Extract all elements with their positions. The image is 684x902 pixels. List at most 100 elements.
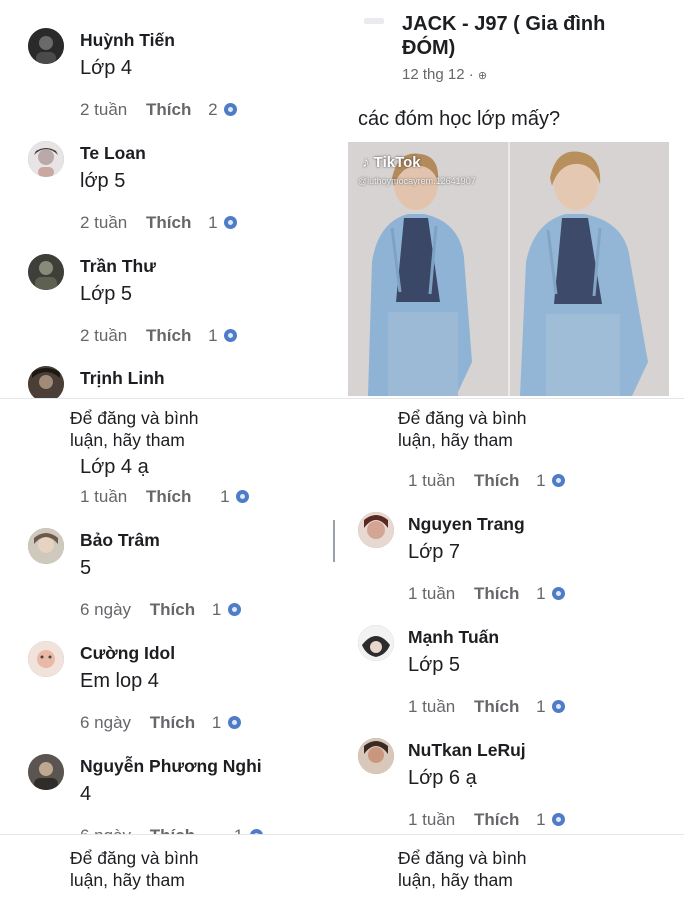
login-prompt-line2: luận, hãy tham bbox=[70, 870, 185, 890]
tiktok-logo: ♪ TikTok bbox=[362, 154, 421, 171]
comment-meta: 1 tuần Thích 1 bbox=[80, 487, 250, 507]
comment-time[interactable]: 1 tuần bbox=[408, 810, 455, 830]
commenter-name[interactable]: Trần Thư bbox=[80, 256, 156, 277]
like-button[interactable]: Thích bbox=[146, 487, 191, 507]
reaction-count[interactable]: 1 bbox=[536, 810, 545, 830]
comment-text: Lớp 5 bbox=[80, 283, 133, 305]
post-date-text[interactable]: 12 thg 12 · bbox=[402, 66, 474, 83]
comment-time[interactable]: 6 ngày bbox=[80, 713, 131, 733]
comment-item: Bảo Trâm 5 6 ngày Thích 1 bbox=[0, 528, 342, 628]
commenter-name[interactable]: Nguyễn Phương Nghi bbox=[80, 756, 262, 777]
comment-time[interactable]: 2 tuần bbox=[80, 213, 127, 233]
post-text: các đóm học lớp mấy? bbox=[358, 108, 561, 130]
left-comments-column: Huỳnh Tiến Lớp 4 2 tuần Thích 2 Te Loan … bbox=[0, 0, 342, 902]
comment-time[interactable]: 1 tuần bbox=[408, 584, 455, 604]
comment-time[interactable]: 6 ngày bbox=[80, 600, 131, 620]
login-prompt-banner[interactable]: Để đăng và bình luận, hãy tham bbox=[0, 398, 342, 450]
commenter-name[interactable]: NuTkan LeRuj bbox=[408, 740, 526, 761]
comment-bubble: Nguyễn Phương Nghi 4 bbox=[80, 754, 262, 808]
like-button[interactable]: Thích bbox=[146, 326, 191, 346]
login-prompt-banner[interactable]: Để đăng và bình luận, hãy tham bbox=[342, 398, 684, 450]
login-prompt-line2: luận, hãy tham bbox=[398, 870, 513, 890]
comment-text: Lớp 5 bbox=[408, 654, 461, 676]
comment-time[interactable]: 2 tuần bbox=[80, 326, 127, 346]
comment-item: Cường Idol Em lop 4 6 ngày Thích 1 bbox=[0, 641, 342, 741]
like-button[interactable]: Thích bbox=[474, 471, 519, 491]
like-reaction-icon bbox=[552, 587, 566, 600]
commenter-name[interactable]: Nguyen Trang bbox=[408, 514, 525, 535]
like-reaction-icon bbox=[552, 813, 566, 826]
post-author[interactable]: JACK - J97 ( Gia đình ĐÓM) bbox=[402, 12, 662, 60]
comment-meta: 1 tuần Thích 1 bbox=[408, 471, 566, 491]
post-date[interactable]: 12 thg 12 · ⊕ bbox=[402, 66, 662, 83]
globe-icon: ⊕ bbox=[477, 70, 488, 82]
comment-item: NuTkan LeRuj Lớp 6 ạ 1 tuần Thích 1 bbox=[342, 738, 684, 838]
login-prompt-line2: luận, hãy tham bbox=[70, 430, 185, 450]
login-prompt-banner[interactable]: Để đăng và bình luận, hãy tham bbox=[342, 834, 684, 902]
like-button[interactable]: Thích bbox=[474, 697, 519, 717]
reaction-count[interactable]: 1 bbox=[212, 600, 221, 620]
comment-text: Lớp 4 bbox=[80, 57, 133, 79]
avatar[interactable] bbox=[28, 141, 64, 177]
reaction-count[interactable]: 1 bbox=[536, 471, 545, 491]
avatar[interactable] bbox=[28, 754, 64, 790]
right-post-column: JACK - J97 ( Gia đình ĐÓM) 12 thg 12 · ⊕… bbox=[342, 0, 684, 902]
comment-item: Nguyen Trang Lớp 7 1 tuần Thích 1 bbox=[342, 512, 684, 612]
commenter-name[interactable]: Trịnh Linh bbox=[80, 368, 165, 389]
comment-item: Te Loan lớp 5 2 tuần Thích 1 bbox=[0, 141, 342, 241]
reaction-count[interactable]: 2 bbox=[208, 100, 217, 120]
like-reaction-icon bbox=[224, 329, 238, 342]
like-button[interactable]: Thích bbox=[146, 100, 191, 120]
comment-meta: 6 ngày Thích 1 bbox=[80, 600, 242, 620]
tiktok-brand: TikTok bbox=[373, 154, 421, 171]
comment-meta: 2 tuần Thích 2 bbox=[80, 100, 238, 120]
like-reaction-icon bbox=[228, 716, 242, 729]
tiktok-handle: @luthoymocayrem.12641907 bbox=[358, 176, 476, 186]
avatar[interactable] bbox=[358, 625, 394, 661]
reaction-count[interactable]: 1 bbox=[536, 584, 545, 604]
login-prompt-banner[interactable]: Để đăng và bình luận, hãy tham bbox=[0, 834, 342, 902]
comment-bubble: Cường Idol Em lop 4 bbox=[80, 641, 175, 695]
like-button[interactable]: Thích bbox=[474, 810, 519, 830]
avatar[interactable] bbox=[28, 254, 64, 290]
like-button[interactable]: Thích bbox=[150, 713, 195, 733]
comment-bubble: Mạnh Tuấn Lớp 5 bbox=[408, 625, 499, 679]
comment-meta: 1 tuần Thích 1 bbox=[408, 697, 566, 717]
comment-time[interactable]: 1 tuần bbox=[408, 471, 455, 491]
avatar[interactable] bbox=[28, 528, 64, 564]
avatar[interactable] bbox=[358, 738, 394, 774]
comment-item: Huỳnh Tiến Lớp 4 2 tuần Thích 2 bbox=[0, 28, 342, 128]
comment-bubble: Trịnh Linh bbox=[80, 366, 165, 391]
commenter-name[interactable]: Huỳnh Tiến bbox=[80, 30, 175, 51]
like-button[interactable]: Thích bbox=[150, 600, 195, 620]
commenter-name[interactable]: Bảo Trâm bbox=[80, 530, 160, 551]
avatar[interactable] bbox=[28, 366, 64, 402]
post-header: JACK - J97 ( Gia đình ĐÓM) 12 thg 12 · ⊕ bbox=[402, 12, 662, 83]
comment-bubble: Bảo Trâm 5 bbox=[80, 528, 160, 582]
comment-time[interactable]: 2 tuần bbox=[80, 100, 127, 120]
commenter-name[interactable]: Te Loan bbox=[80, 143, 146, 164]
like-button[interactable]: Thích bbox=[474, 584, 519, 604]
reaction-count[interactable]: 1 bbox=[212, 713, 221, 733]
reaction-count[interactable]: 1 bbox=[220, 487, 229, 507]
post-video-image[interactable]: ♪ TikTok @luthoymocayrem.12641907 bbox=[348, 142, 669, 396]
comment-time[interactable]: 1 tuần bbox=[80, 487, 127, 507]
reaction-count[interactable]: 1 bbox=[208, 213, 217, 233]
comment-time[interactable]: 1 tuần bbox=[408, 697, 455, 717]
avatar[interactable] bbox=[358, 512, 394, 548]
like-button[interactable]: Thích bbox=[146, 213, 191, 233]
tiktok-note-icon: ♪ bbox=[362, 154, 370, 171]
reaction-count[interactable]: 1 bbox=[208, 326, 217, 346]
comment-bubble: NuTkan LeRuj Lớp 6 ạ bbox=[408, 738, 526, 792]
comment-meta: 6 ngày Thích 1 bbox=[80, 713, 242, 733]
like-reaction-icon bbox=[224, 216, 238, 229]
avatar[interactable] bbox=[28, 641, 64, 677]
commenter-name[interactable]: Cường Idol bbox=[80, 643, 175, 664]
avatar[interactable] bbox=[28, 28, 64, 64]
comment-text: Lớp 6 ạ bbox=[408, 767, 477, 789]
commenter-name[interactable]: Mạnh Tuấn bbox=[408, 627, 499, 648]
reaction-count[interactable]: 1 bbox=[536, 697, 545, 717]
login-prompt-line1: Để đăng và bình bbox=[398, 408, 527, 428]
comment-meta: 2 tuần Thích 1 bbox=[80, 326, 238, 346]
login-prompt-line1: Để đăng và bình bbox=[398, 848, 527, 868]
